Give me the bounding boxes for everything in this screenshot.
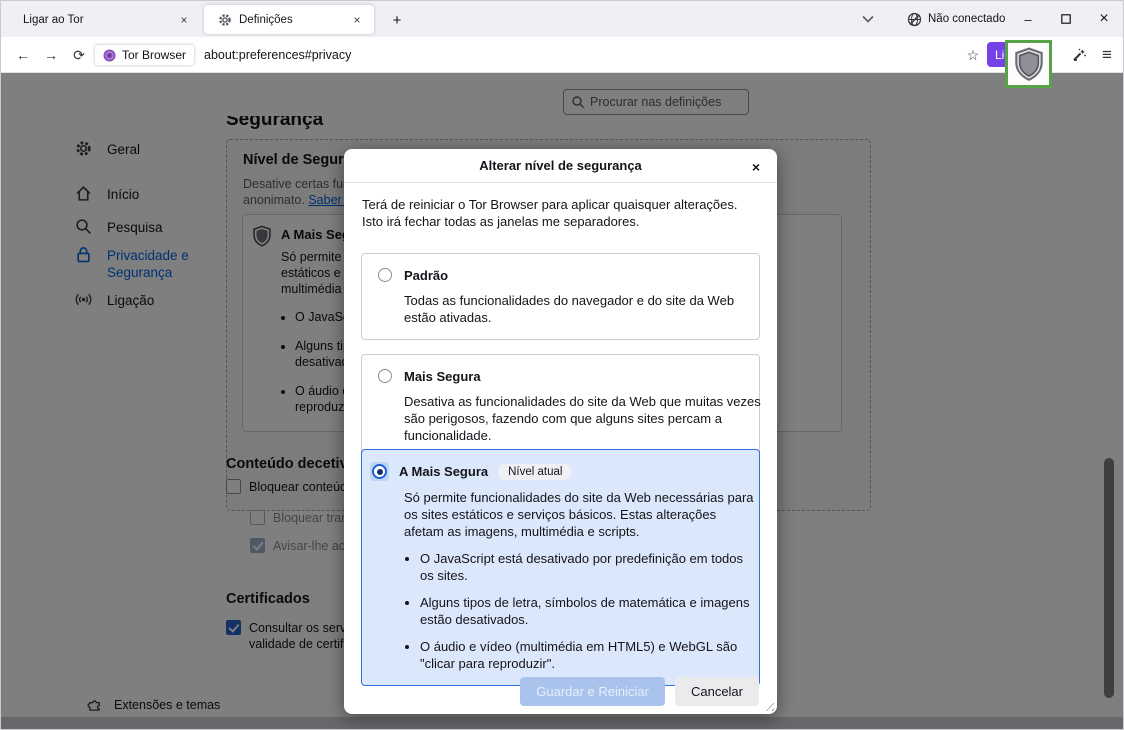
cancel-button[interactable]: Cancelar	[675, 677, 759, 706]
connection-status[interactable]: Não conectado	[907, 1, 1005, 37]
scrollbar-thumb[interactable]	[1104, 458, 1114, 698]
sidebar-item-ligacao[interactable]: Ligação	[75, 292, 225, 309]
connection-status-label: Não conectado	[928, 13, 1005, 25]
sidebar-label: Privacidade e Segurança	[107, 247, 225, 281]
option-mais-segura[interactable]: Mais Segura Desativa as funcionalidades …	[361, 354, 760, 458]
search-input[interactable]	[590, 90, 745, 114]
option-bullets: O JavaScript está desativado por predefi…	[420, 550, 750, 672]
dialog-title: Alterar nível de segurança	[479, 158, 642, 173]
option-description: Só permite funcionalidades do site da We…	[404, 489, 754, 540]
chevron-down-icon[interactable]	[857, 9, 879, 29]
sidebar-footer-label: Extensões e temas	[114, 698, 220, 712]
option-title: Mais Segura	[404, 369, 481, 384]
browser-window: Ligar ao Tor × Definições × + Não conect…	[0, 0, 1124, 730]
dialog-body-text: Terá de reiniciar o Tor Browser para apl…	[362, 196, 758, 230]
site-chip-label: Tor Browser	[122, 48, 186, 62]
checkbox-checked-disabled[interactable]	[250, 538, 265, 553]
security-level-dialog: Alterar nível de segurança × Terá de rei…	[344, 149, 777, 714]
page-content: Geral Início Pesquisa Privacidade e Segu…	[1, 73, 1124, 730]
sidebar-item-privacidade[interactable]: Privacidade e Segurança	[75, 247, 225, 281]
security-level-highlight	[1005, 40, 1052, 88]
save-restart-button[interactable]: Guardar e Reiniciar	[520, 677, 665, 706]
close-icon[interactable]: ×	[745, 156, 767, 178]
checkbox-unchecked[interactable]	[226, 479, 241, 494]
search-icon	[571, 95, 585, 109]
tab-close-icon[interactable]: ×	[175, 11, 193, 29]
tab-definicoes[interactable]: Definições ×	[204, 5, 374, 34]
sidebar-label: Geral	[107, 141, 140, 158]
search-icon	[75, 218, 93, 235]
radio-selected[interactable]	[372, 464, 387, 479]
site-identity-chip[interactable]: Tor Browser	[95, 45, 194, 65]
dialog-header: Alterar nível de segurança ×	[344, 149, 777, 183]
new-tab-button[interactable]: +	[385, 8, 409, 32]
certificates-heading: Certificados	[226, 591, 310, 607]
sidebar-label: Pesquisa	[107, 219, 163, 236]
tab-close-icon[interactable]: ×	[348, 11, 366, 29]
lock-icon	[75, 246, 93, 263]
forward-icon[interactable]: →	[39, 43, 63, 67]
star-icon[interactable]: ☆	[961, 43, 985, 67]
maximize-icon[interactable]	[1047, 1, 1085, 37]
option-title: Padrão	[404, 268, 448, 283]
reload-icon[interactable]: ⟳	[67, 43, 91, 67]
checkbox-unchecked[interactable]	[250, 510, 265, 525]
menu-icon[interactable]: ≡	[1095, 43, 1119, 67]
sidebar-item-extensoes[interactable]: Extensões e temas	[87, 697, 220, 712]
sidebar-item-pesquisa[interactable]: Pesquisa	[75, 219, 225, 236]
home-icon	[75, 185, 93, 202]
shield-icon	[252, 225, 272, 247]
radio-unselected[interactable]	[378, 268, 392, 282]
shield-icon[interactable]	[1013, 46, 1045, 82]
url-text: about:preferences#privacy	[204, 48, 351, 62]
radio-unselected[interactable]	[378, 369, 392, 383]
sidebar-item-inicio[interactable]: Início	[75, 186, 225, 203]
checkbox-checked[interactable]	[226, 620, 241, 635]
option-title: A Mais Segura	[399, 464, 488, 479]
option-a-mais-segura[interactable]: A Mais Segura Nível atual Só permite fun…	[361, 449, 760, 686]
broadcast-icon	[75, 291, 93, 308]
tab-label: Definições	[239, 14, 348, 26]
page-bottom-strip	[1, 717, 1124, 730]
settings-search[interactable]	[563, 89, 749, 115]
window-controls: – ×	[1009, 1, 1123, 37]
sidebar-label: Início	[107, 186, 139, 203]
gear-icon	[75, 140, 93, 157]
dialog-resize-handle[interactable]	[762, 699, 774, 711]
puzzle-icon	[87, 697, 102, 712]
tab-label: Ligar ao Tor	[23, 14, 175, 26]
wand-icon[interactable]	[1067, 43, 1091, 67]
ocsp-checkbox[interactable]: Consultar os servido validade de certifi…	[226, 620, 363, 652]
option-description: Desativa as funcionalidades do site da W…	[404, 393, 764, 444]
back-icon[interactable]: ←	[11, 43, 35, 67]
close-window-icon[interactable]: ×	[1085, 1, 1123, 37]
option-padrao[interactable]: Padrão Todas as funcionalidades do naveg…	[361, 253, 760, 340]
tab-ligar-ao-tor[interactable]: Ligar ao Tor ×	[9, 5, 201, 34]
dialog-footer: Guardar e Reiniciar Cancelar	[520, 677, 759, 706]
sidebar-item-geral[interactable]: Geral	[75, 141, 225, 158]
tor-onion-icon	[103, 49, 116, 62]
no-connection-icon	[907, 12, 922, 27]
current-level-badge: Nível atual	[498, 464, 572, 480]
minimize-icon[interactable]: –	[1009, 1, 1047, 37]
navigation-toolbar: ← → ⟳ Tor Browser about:preferences#priv…	[1, 37, 1123, 73]
url-bar[interactable]: Tor Browser about:preferences#privacy	[95, 42, 795, 68]
gear-icon	[218, 13, 232, 27]
sidebar-label: Ligação	[107, 292, 154, 309]
page-heading: Segurança	[226, 116, 526, 133]
tab-bar: Ligar ao Tor × Definições × + Não conect…	[1, 1, 1123, 37]
option-description: Todas as funcionalidades do navegador e …	[404, 292, 744, 326]
